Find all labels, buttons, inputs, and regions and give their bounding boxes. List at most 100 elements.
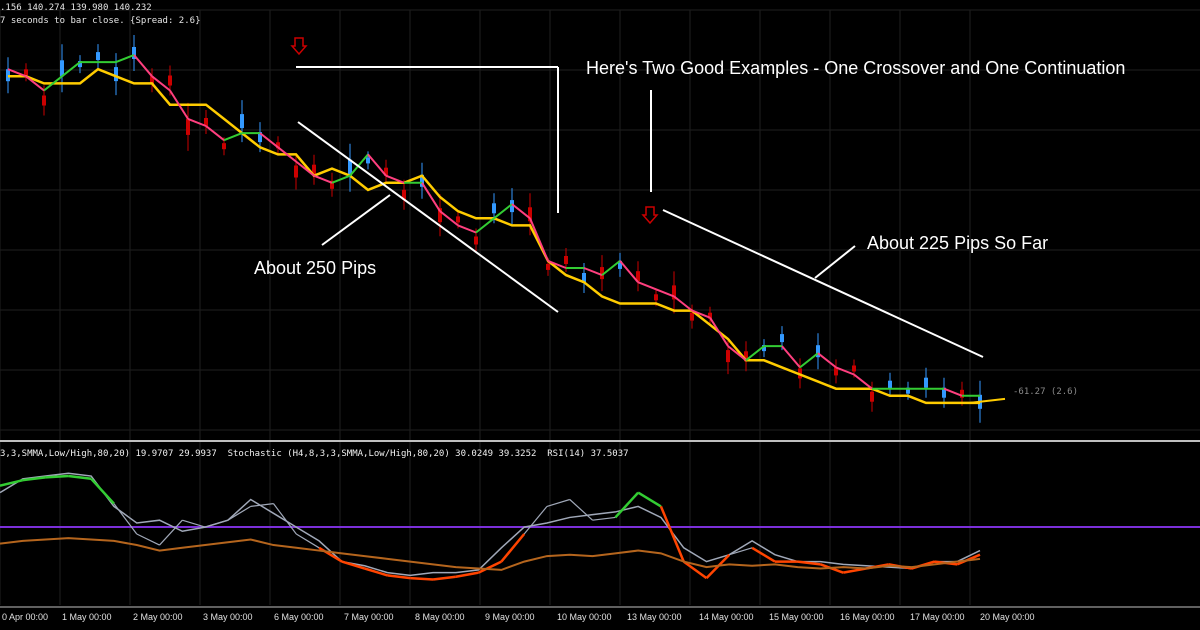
x-tick-label: 2 May 00:00	[133, 612, 183, 622]
candle-body	[564, 256, 568, 264]
fast-ma-segment	[835, 366, 855, 376]
downtrend-line-250	[297, 121, 559, 313]
stochastic-main-segment	[68, 474, 92, 481]
stochastic-main-segment	[523, 506, 548, 535]
pips-250-annotation: About 250 Pips	[254, 258, 377, 278]
x-tick-label: 8 May 00:00	[415, 612, 465, 622]
stochastic-main-segment	[637, 491, 662, 508]
candle-body	[474, 236, 478, 245]
fast-ma-segment	[799, 352, 819, 369]
fast-ma-segment	[313, 174, 333, 184]
stochastic-main-segment	[273, 503, 297, 535]
fast-ma-segment	[439, 210, 459, 227]
x-tick-label: 20 May 00:00	[980, 612, 1035, 622]
x-tick-label: 16 May 00:00	[840, 612, 895, 622]
candle-body	[852, 365, 856, 372]
fast-ma-segment	[745, 345, 765, 362]
pips-225-pointer	[814, 245, 856, 279]
bar-timer-readout: 7 seconds to bar close. {Spread: 2.6}	[0, 16, 201, 26]
x-tick-label: 7 May 00:00	[344, 612, 394, 622]
x-tick-label: 6 May 00:00	[274, 612, 324, 622]
candle-body	[690, 312, 694, 321]
moving-averages	[7, 54, 1006, 405]
fast-ma-segment	[493, 203, 513, 220]
stochastic-main-segment	[410, 576, 434, 581]
current-price-label: -61.27 (2.6)	[1013, 387, 1079, 397]
x-tick-label: 10 May 00:00	[557, 612, 612, 622]
candle-body	[114, 67, 118, 82]
fast-ma-segment	[457, 224, 477, 234]
stochastic-main-segment	[751, 546, 776, 563]
candle-body	[924, 377, 928, 388]
fast-ma-segment	[115, 54, 135, 64]
candle-body	[222, 143, 226, 150]
pips-225-annotation: About 225 Pips So Far	[867, 233, 1049, 253]
candle-body	[96, 52, 100, 61]
rsi-line	[0, 537, 981, 571]
fast-ma-segment	[601, 260, 621, 276]
fast-ma-segment	[943, 387, 963, 397]
stochastic-signal-line	[0, 472, 981, 577]
candle-body	[654, 294, 658, 301]
fast-ma-segment	[61, 61, 81, 78]
candle-body	[186, 118, 190, 135]
x-tick-label: 15 May 00:00	[769, 612, 824, 622]
stochastic-main-segment	[136, 533, 160, 546]
sell-arrow-icon	[290, 37, 308, 56]
fast-ma-segment	[583, 267, 603, 277]
x-tick-label: 13 May 00:00	[627, 612, 682, 622]
pips-250-pointer	[321, 194, 391, 246]
stochastic-main-segment	[614, 491, 640, 519]
candle-body	[870, 391, 874, 402]
x-tick-label: 3 May 00:00	[203, 612, 253, 622]
stochastic-main-segment	[295, 533, 320, 549]
candle-body	[546, 263, 550, 270]
stochastic-main-segment	[659, 505, 685, 563]
fast-ma-segment	[619, 260, 639, 283]
fast-ma-segment	[709, 317, 729, 347]
fast-ma-segment	[637, 281, 657, 291]
slow-ma-extension	[969, 397, 1006, 404]
stochastic-main-segment	[592, 516, 616, 521]
sell-arrow-icon	[641, 206, 659, 225]
fast-ma-segment	[349, 153, 369, 177]
fast-ma-segment	[853, 373, 873, 390]
trend-annotation-lines	[296, 66, 984, 358]
fast-ma-segment	[511, 203, 531, 220]
x-tick-label: 9 May 00:00	[485, 612, 535, 622]
fast-ma-segment	[367, 153, 387, 177]
grid-lines	[0, 9, 1200, 605]
candle-body	[456, 216, 460, 223]
slow-ma-line	[8, 67, 980, 405]
stochastic-main-segment	[113, 503, 138, 535]
stochastic-main-segment	[729, 547, 753, 556]
fast-ma-segment	[259, 132, 279, 149]
fast-ma-segment	[331, 174, 351, 184]
indicator-header: 3,3,SMMA,Low/High,80,20) 19.9707 29.9937…	[0, 449, 629, 459]
x-tick-label: 17 May 00:00	[910, 612, 965, 622]
fast-ma-segment	[781, 345, 801, 369]
x-tick-label: 14 May 00:00	[699, 612, 754, 622]
fast-ma-segment	[817, 352, 837, 369]
examples-annotation: Here's Two Good Examples - One Crossover…	[586, 58, 1126, 78]
x-tick-label: 1 May 00:00	[62, 612, 112, 622]
candle-body	[168, 75, 172, 86]
candle-body	[492, 203, 496, 214]
stochastic-main-segment	[318, 546, 343, 563]
candle-body	[888, 380, 892, 389]
candle-body	[366, 157, 370, 164]
x-tick-label: 0 Apr 00:00	[2, 612, 49, 622]
stochastic-main-segment	[387, 574, 411, 580]
stochastic-main-segment	[432, 575, 456, 581]
fast-ma-segment	[205, 125, 225, 141]
stochastic-main-segment	[45, 474, 69, 479]
fast-ma-segment	[223, 132, 243, 142]
fast-ma-segment	[133, 54, 153, 77]
chart-canvas	[0, 9, 1200, 608]
candle-body	[42, 95, 46, 106]
fast-ma-segment	[673, 295, 693, 312]
indicator-panel	[0, 472, 1200, 581]
fast-ma-segment	[655, 288, 675, 298]
fast-ma-segment	[187, 117, 207, 127]
candle-body	[780, 334, 784, 343]
